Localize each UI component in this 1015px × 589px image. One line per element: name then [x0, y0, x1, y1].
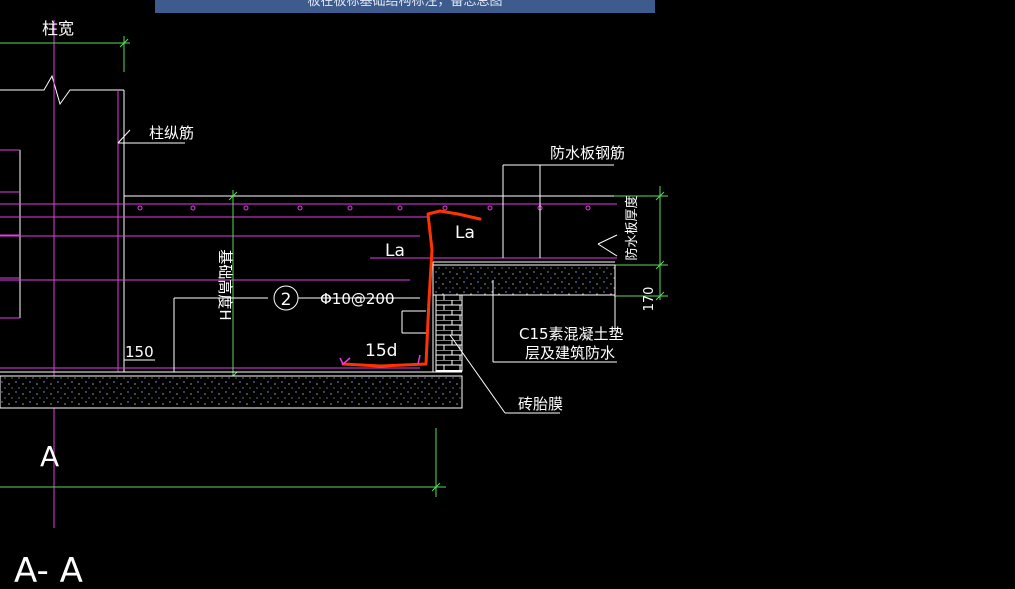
column-width-label: 柱宽 [42, 19, 74, 38]
marker-number: 2 [281, 290, 292, 310]
dim-170-label: 170 [642, 287, 657, 312]
stirrup-spec-label: Φ10@200 [320, 290, 395, 308]
foundation-slab [0, 371, 463, 409]
foundation-height-label: 基础高度H [216, 249, 234, 320]
brick-mould-label: 砖胎膜 [518, 395, 563, 413]
cad-drawing: 2 柱宽 柱纵筋 防水板钢筋 防水板厚度 La La Φ10@200 基础高度H… [0, 19, 668, 589]
dim-15d-label: 15d [365, 341, 397, 361]
reference-marker: 2 [273, 285, 299, 311]
la-left-label: La [385, 241, 405, 261]
brick-mould [435, 294, 463, 372]
concrete-cushion-label-line2: 层及建筑防水 [525, 344, 615, 362]
concrete-cushion-label-line1: C15素混凝土垫 [519, 325, 624, 343]
rebar-dots [137, 205, 591, 211]
column-rebar-label: 柱纵筋 [149, 124, 194, 142]
la-right-label: La [455, 223, 475, 243]
section-title-label: A- A [14, 551, 83, 589]
section-mark-label: A [40, 440, 59, 473]
waterproof-rebar-label: 防水板钢筋 [550, 144, 625, 162]
waterproof-thickness-label: 防水板厚度 [624, 195, 640, 260]
dim-150-label: 150 [125, 343, 154, 361]
waterproof-slab-cushion [432, 261, 616, 296]
